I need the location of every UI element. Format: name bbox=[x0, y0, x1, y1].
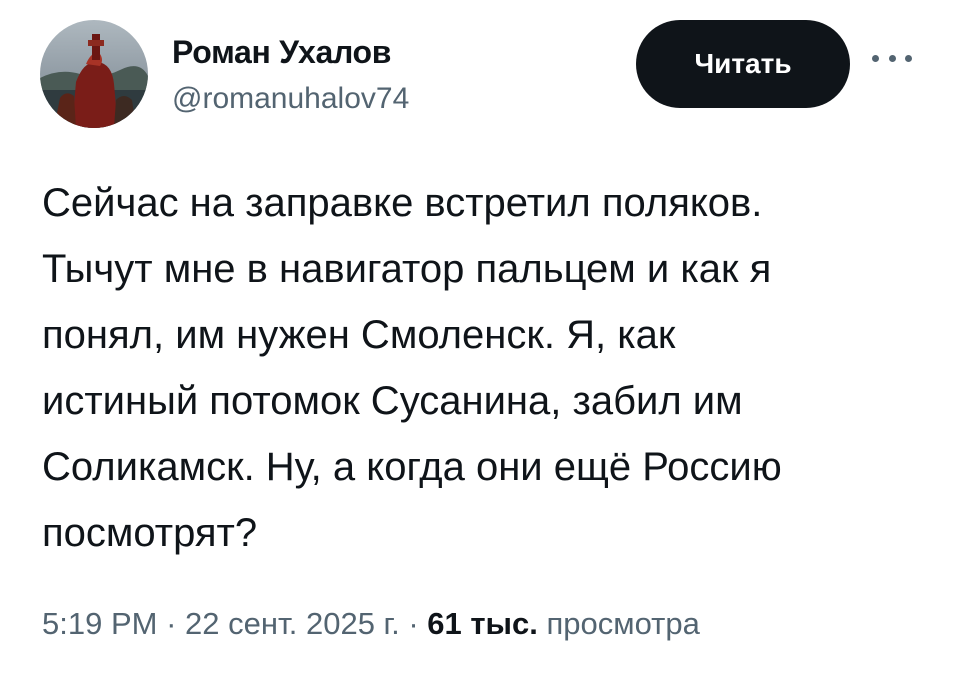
dot bbox=[888, 54, 896, 62]
more-horizontal-icon[interactable] bbox=[872, 48, 912, 68]
tweet-text-line: Сейчас на заправке встретил поляков. bbox=[42, 181, 763, 225]
meta-separator: · bbox=[408, 606, 419, 641]
author-handle[interactable]: @romanuhalov74 bbox=[172, 82, 409, 116]
dot bbox=[872, 54, 879, 62]
meta-separator: · bbox=[166, 606, 177, 641]
tweet-text-line: посмотрят? bbox=[42, 511, 258, 555]
views-count: 61 тыс. bbox=[427, 606, 538, 641]
tweet-meta: 5:19 PM · 22 сент. 2025 г. · 61 тыс. про… bbox=[42, 606, 700, 642]
tweet-text-line: Тычут мне в навигатор пальцем и как я bbox=[42, 247, 772, 291]
tweet-text: Сейчас на заправке встретил поляков. Тыч… bbox=[42, 170, 922, 566]
tweet-time[interactable]: 5:19 PM bbox=[42, 606, 157, 641]
profile-photo-icon bbox=[40, 20, 148, 128]
author-name[interactable]: Роман Ухалов bbox=[172, 34, 391, 71]
follow-button[interactable]: Читать bbox=[636, 20, 850, 108]
views-label: просмотра bbox=[546, 606, 700, 641]
author-avatar[interactable] bbox=[40, 20, 148, 128]
tweet-date[interactable]: 22 сент. 2025 г. bbox=[185, 606, 400, 641]
tweet-text-line: понял, им нужен Смоленск. Я, как bbox=[42, 313, 676, 357]
tweet-text-line: истиный потомок Сусанина, забил им bbox=[42, 379, 743, 423]
dot bbox=[905, 54, 912, 62]
tweet-card: Роман Ухалов @romanuhalov74 Читать Сейча… bbox=[0, 0, 960, 675]
tweet-text-line: Соликамск. Ну, а когда они ещё Россию bbox=[42, 445, 782, 489]
